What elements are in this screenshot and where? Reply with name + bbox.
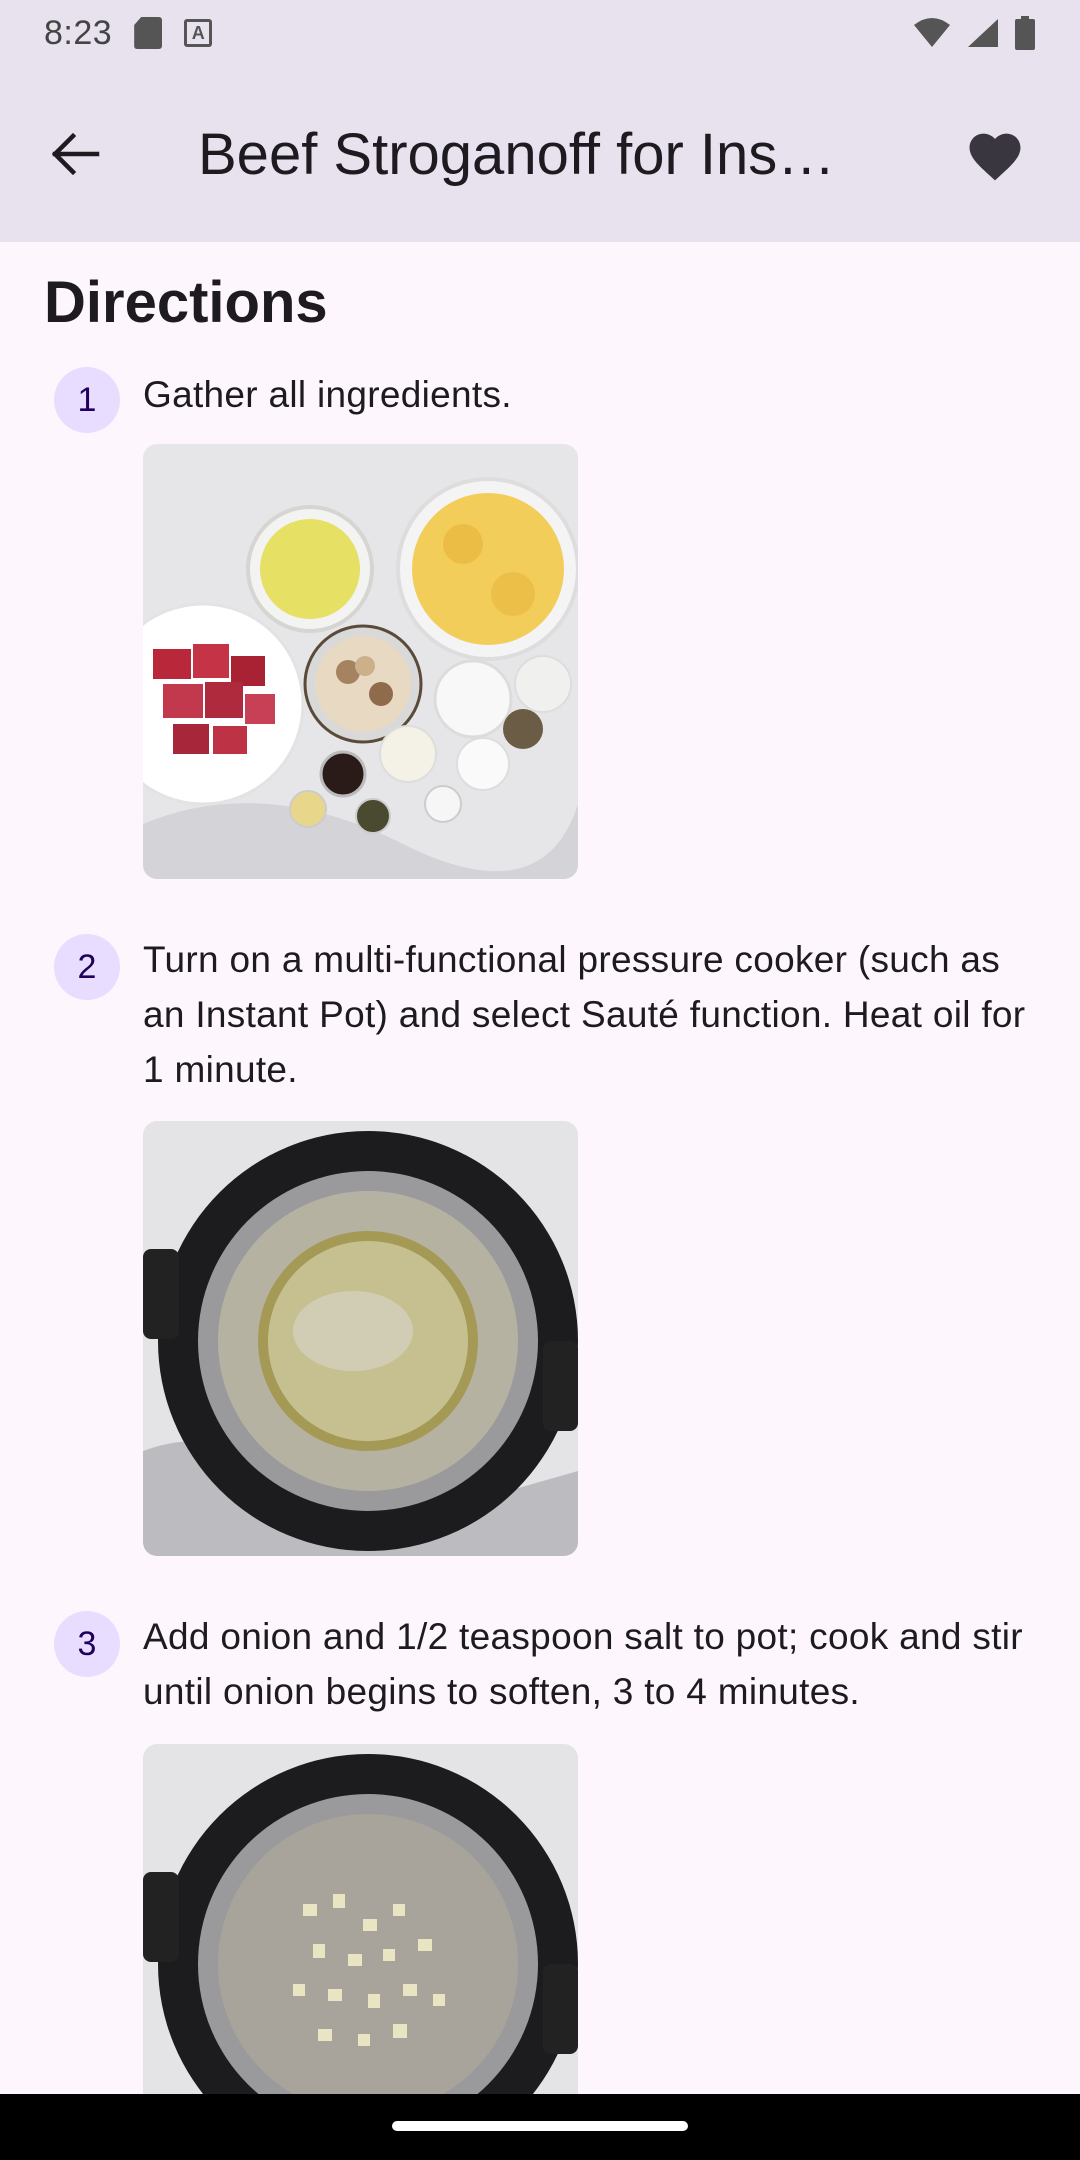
- status-right: [912, 16, 1036, 50]
- home-gesture-handle[interactable]: [392, 2121, 688, 2131]
- directions-content[interactable]: Directions 1 Gather all ingredients. 2 T…: [0, 242, 1080, 2094]
- back-button[interactable]: [0, 66, 150, 242]
- step-number: 1: [54, 367, 120, 433]
- step-image: [143, 444, 578, 879]
- top-app-bar: Beef Stroganoff for Ins…: [0, 66, 1080, 242]
- heart-icon: [969, 133, 1021, 181]
- step-image: [143, 1744, 578, 2094]
- cell-signal-icon: [968, 19, 998, 47]
- sd-card-icon: [134, 17, 163, 49]
- step-text: Add onion and 1/2 teaspoon salt to pot; …: [143, 1616, 1023, 1712]
- page-title: Beef Stroganoff for Ins…: [198, 121, 836, 187]
- status-left: 8:23 A: [44, 13, 213, 53]
- battery-icon: [1015, 16, 1035, 50]
- keyboard-a-icon: A: [184, 19, 213, 47]
- step-image: [143, 1121, 578, 1556]
- step-number: 3: [54, 1611, 120, 1677]
- favorite-button[interactable]: [930, 66, 1060, 242]
- status-bar: 8:23 A: [0, 0, 1080, 66]
- section-title: Directions: [44, 270, 328, 335]
- pressure-cooker-oil-photo: [143, 1121, 578, 1556]
- step-text: Gather all ingredients.: [143, 374, 512, 415]
- status-time: 8:23: [44, 13, 113, 52]
- arrow-back-icon: [51, 132, 100, 176]
- step-text: Turn on a multi-functional pressure cook…: [143, 939, 1026, 1090]
- step-number: 2: [54, 934, 120, 1000]
- ingredients-photo: [143, 444, 578, 879]
- pressure-cooker-onion-photo: [143, 1744, 578, 2094]
- wifi-icon: [914, 18, 950, 47]
